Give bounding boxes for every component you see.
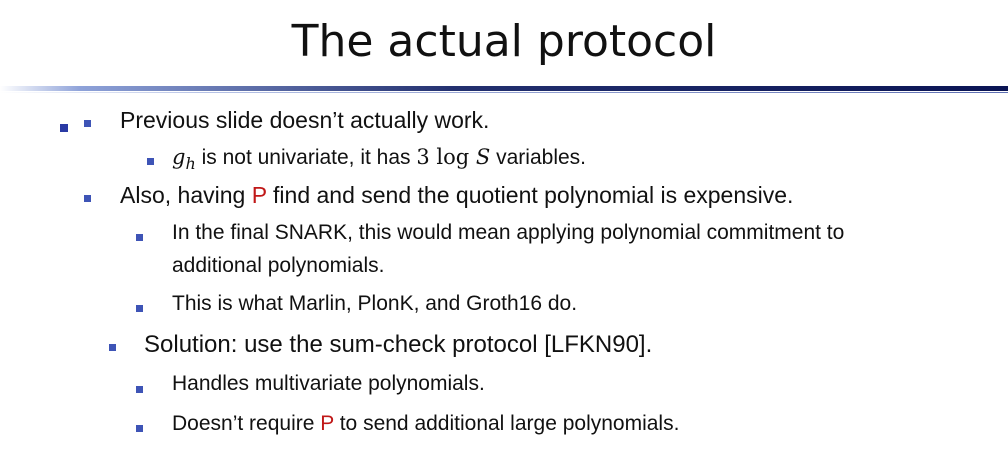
bullet-marker	[84, 120, 91, 127]
bullet-quotient-expensive: Also, having P find and send the quotien…	[120, 182, 794, 208]
bullet-final-snark-cont: additional polynomials.	[172, 254, 385, 277]
bullet-marker	[136, 386, 143, 393]
title-rule-thin	[0, 92, 1008, 93]
bullet-gh-variables: gh is not univariate, it has 3 log S var…	[172, 145, 587, 173]
outer-bullet-marker	[60, 124, 68, 132]
bullet-marker	[136, 305, 143, 312]
prover-p: P	[320, 412, 334, 435]
title-rule	[0, 86, 1008, 91]
bullet-no-large-polys: Doesn’t require P to send additional lar…	[172, 412, 680, 435]
bullet-marker	[136, 234, 143, 241]
bullet-previous-slide: Previous slide doesn’t actually work.	[120, 107, 490, 133]
bullet-marker	[136, 425, 143, 432]
bullet-marlin-plonk: This is what Marlin, PlonK, and Groth16 …	[172, 292, 578, 315]
bullet-final-snark: In the final SNARK, this would mean appl…	[172, 221, 845, 244]
bullet-multivariate: Handles multivariate polynomials.	[172, 372, 485, 395]
bullet-marker	[109, 344, 116, 351]
bullet-marker	[84, 195, 91, 202]
bullet-marker	[147, 158, 154, 165]
bullet-solution-sumcheck: Solution: use the sum-check protocol [LF…	[144, 331, 653, 358]
prover-p: P	[251, 182, 267, 208]
slide-title: The actual protocol	[291, 16, 717, 67]
